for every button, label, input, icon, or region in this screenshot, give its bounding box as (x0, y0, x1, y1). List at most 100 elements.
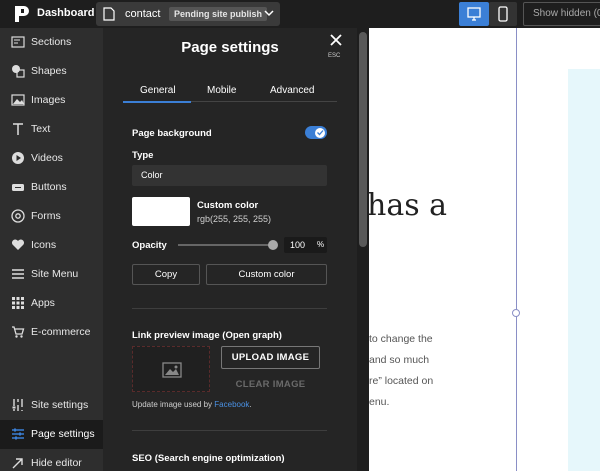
mobile-icon (498, 6, 508, 22)
tab-mobile[interactable]: Mobile (207, 85, 236, 96)
custom-color-title: Custom color (197, 200, 259, 211)
guide-line (516, 28, 517, 471)
clear-image-button[interactable]: CLEAR IMAGE (221, 379, 320, 390)
update-note-period: . (249, 400, 252, 409)
image-icon (162, 362, 182, 378)
page-background-toggle[interactable] (305, 126, 327, 139)
panel-title: Page settings (181, 39, 279, 56)
sidebar-item-label: Apps (31, 297, 55, 309)
sidebar-item-label: Site settings (31, 399, 89, 411)
sidebar-item-site-menu[interactable]: Site Menu (0, 260, 103, 289)
sidebar-item-images[interactable]: Images (0, 86, 103, 115)
opacity-input[interactable]: 100 % (284, 237, 327, 253)
sidebar-item-icons[interactable]: Icons (0, 231, 103, 260)
upload-image-button[interactable]: UPLOAD IMAGE (221, 346, 320, 369)
heart-icon (11, 239, 25, 250)
sidebar-item-label: Videos (31, 152, 63, 164)
sidebar-item-hide-editor[interactable]: Hide editor (0, 449, 103, 471)
resize-handle[interactable] (512, 309, 520, 317)
at-icon (11, 209, 25, 223)
sections-icon (11, 36, 25, 48)
page-settings-panel: Page settings ESC General Mobile Advance… (103, 28, 357, 471)
sidebar-item-label: Page settings (31, 428, 95, 440)
cart-icon (12, 326, 25, 338)
opacity-slider-handle[interactable] (268, 240, 278, 250)
play-icon (12, 152, 24, 164)
image-icon (11, 94, 25, 106)
color-swatch[interactable] (132, 197, 190, 226)
sidebar-item-label: Forms (31, 210, 61, 222)
show-hidden-button[interactable]: Show hidden (0 (523, 2, 600, 26)
facebook-link[interactable]: Facebook (214, 400, 249, 409)
seo-label: SEO (Search engine optimization) (132, 453, 285, 464)
sidebar-item-page-settings[interactable]: Page settings (0, 420, 103, 449)
sidebar: Sections Shapes Images Text Videos Butto… (0, 28, 103, 471)
sidebar-item-shapes[interactable]: Shapes (0, 57, 103, 86)
sidebar-item-videos[interactable]: Videos (0, 144, 103, 173)
type-select[interactable]: Color (132, 165, 327, 186)
canvas-body-line: and so much (369, 354, 430, 366)
chevron-down-icon (264, 10, 274, 17)
opacity-slider[interactable] (178, 244, 274, 246)
top-bar: Dashboard contact Pending site publish S… (0, 0, 600, 28)
status-badge: Pending site publish (169, 7, 268, 21)
canvas-body-line: re” located on (369, 375, 434, 387)
arrow-icon (12, 458, 23, 469)
canvas-body-line: to change the (369, 333, 433, 345)
custom-color-value: rgb(255, 255, 255) (197, 214, 272, 224)
logo-icon[interactable] (14, 5, 30, 23)
page-canvas[interactable]: has a to change the and so much re” loca… (369, 28, 600, 471)
sidebar-item-label: E-commerce (31, 326, 91, 338)
panel-scrollbar-thumb[interactable] (359, 32, 367, 247)
dashboard-link[interactable]: Dashboard (37, 7, 94, 19)
sidebar-item-buttons[interactable]: Buttons (0, 173, 103, 202)
esc-label: ESC (328, 53, 341, 59)
canvas-blue-column (568, 69, 600, 471)
panel-tabs: General Mobile Advanced (123, 82, 337, 103)
opacity-label: Opacity (132, 240, 167, 251)
sidebar-item-label: Site Menu (31, 268, 79, 280)
sidebar-item-site-settings[interactable]: Site settings (0, 391, 103, 420)
sidebar-item-label: Text (31, 123, 51, 135)
copy-button[interactable]: Copy (132, 264, 200, 285)
custom-color-button[interactable]: Custom color (206, 264, 327, 285)
page-selector[interactable]: contact Pending site publish (96, 2, 280, 26)
canvas-heading[interactable]: has a (369, 188, 447, 223)
tab-general[interactable]: General (140, 85, 176, 96)
sidebar-item-ecommerce[interactable]: E-commerce (0, 318, 103, 347)
active-tab-indicator (123, 101, 191, 103)
sidebar-item-forms[interactable]: Forms (0, 202, 103, 231)
sidebar-item-label: Sections (31, 36, 72, 48)
sidebar-item-label: Shapes (31, 65, 67, 77)
opacity-value: 100 (290, 240, 306, 250)
text-icon (13, 123, 23, 135)
page-name: contact (125, 8, 161, 20)
button-icon (12, 184, 24, 191)
shapes-icon (12, 65, 25, 78)
page-icon (103, 7, 115, 21)
sidebar-item-label: Hide editor (31, 457, 82, 469)
sidebar-item-text[interactable]: Text (0, 115, 103, 144)
update-note-text: Update image used by (132, 400, 215, 409)
check-icon (317, 130, 324, 136)
menu-icon (12, 269, 24, 279)
sidebar-item-sections[interactable]: Sections (0, 28, 103, 57)
site-settings-icon (12, 399, 23, 411)
canvas-body-line: enu. (369, 396, 390, 408)
close-icon[interactable] (329, 33, 343, 47)
preview-image-placeholder[interactable] (132, 346, 210, 392)
divider (132, 430, 327, 431)
mobile-view-button[interactable] (489, 2, 517, 26)
sidebar-item-label: Icons (31, 239, 57, 251)
update-note: Update image used by Facebook. (132, 400, 252, 409)
page-background-label: Page background (132, 128, 212, 139)
divider (132, 308, 327, 309)
sidebar-item-apps[interactable]: Apps (0, 289, 103, 318)
sliders-icon (12, 428, 24, 440)
tab-advanced[interactable]: Advanced (270, 85, 314, 96)
sidebar-item-label: Buttons (31, 181, 67, 193)
grid-icon (12, 297, 24, 309)
desktop-icon (467, 7, 481, 21)
type-label: Type (132, 150, 154, 161)
desktop-view-button[interactable] (459, 2, 489, 26)
